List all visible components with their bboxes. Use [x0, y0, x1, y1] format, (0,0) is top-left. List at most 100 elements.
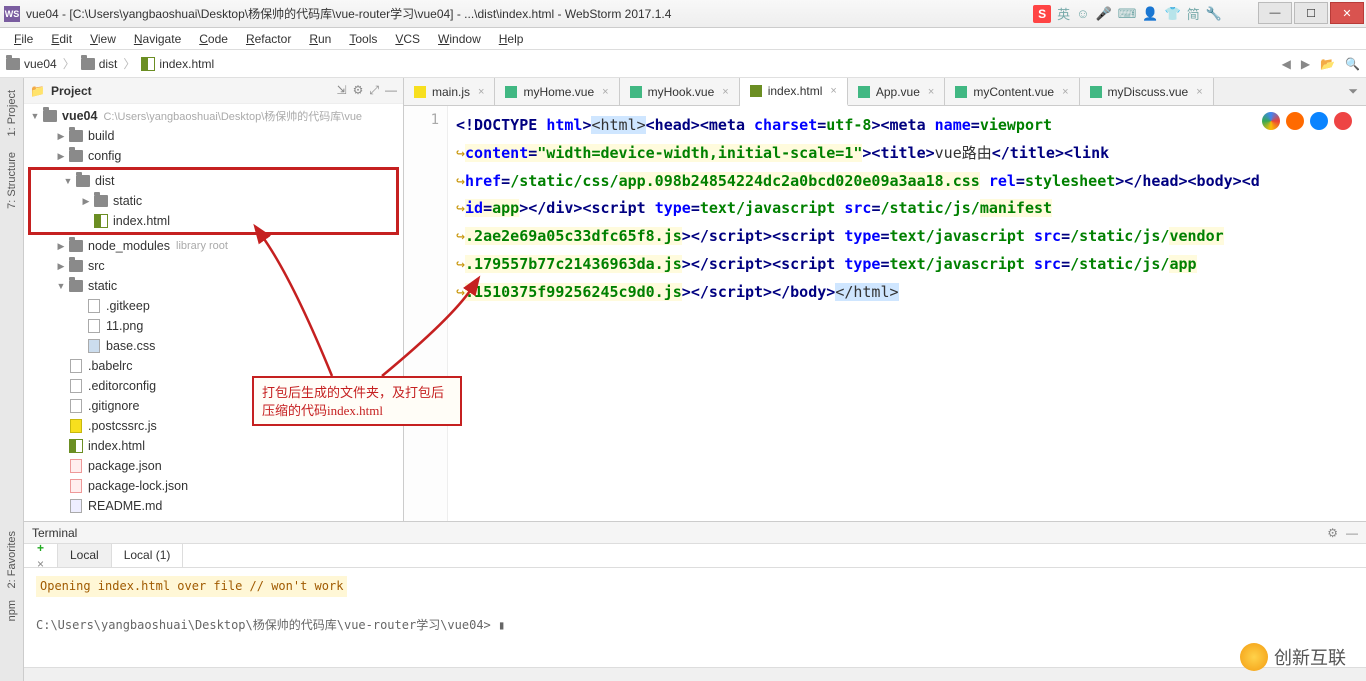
ime-icon[interactable]: 🔧	[1206, 6, 1222, 22]
menu-refactor[interactable]: Refactor	[238, 30, 299, 48]
ime-icon[interactable]: ⌨	[1118, 6, 1137, 22]
bottom-area: 2: Favoritesnpm Terminal ⚙ — + × LocalLo…	[0, 521, 1366, 681]
opera-icon[interactable]	[1334, 112, 1352, 130]
menu-code[interactable]: Code	[191, 30, 236, 48]
menu-view[interactable]: View	[82, 30, 124, 48]
tool-tab[interactable]: 7: Structure	[4, 144, 20, 217]
minimize-button[interactable]: —	[1258, 2, 1292, 24]
left-tool-tabs: 1: Project7: Structure	[0, 78, 24, 521]
window-controls: — ☐ ✕	[1258, 2, 1364, 24]
editor-tab[interactable]: main.js×	[404, 78, 495, 105]
menu-file[interactable]: File	[6, 30, 41, 48]
close-tab-icon[interactable]: ×	[830, 85, 836, 97]
terminal-tabs: + × LocalLocal (1)	[24, 544, 1366, 568]
tool-tab[interactable]: npm	[4, 594, 20, 627]
ime-lang[interactable]: 英	[1057, 4, 1070, 23]
ime-icon[interactable]: 👤	[1142, 6, 1158, 22]
tree-root[interactable]: ▼vue04C:\Users\yangbaoshuai\Desktop\杨保帅的…	[24, 106, 403, 126]
edge-icon[interactable]	[1310, 112, 1328, 130]
editor-tab[interactable]: App.vue×	[848, 78, 945, 105]
nav-next-icon[interactable]: ▶	[1301, 57, 1310, 71]
scroll-icon[interactable]: ⤢	[369, 83, 379, 98]
code-area[interactable]: <!DOCTYPE html><html><head><meta charset…	[448, 106, 1366, 521]
terminal-title: Terminal	[32, 526, 77, 540]
tool-tab[interactable]: 1: Project	[4, 82, 20, 144]
close-tab-icon[interactable]: ×	[602, 86, 608, 98]
firefox-icon[interactable]	[1286, 112, 1304, 130]
breadcrumb-item[interactable]: dist	[81, 57, 118, 71]
tree-node[interactable]: ▶config	[24, 146, 403, 166]
terminal-cursor: ▮	[498, 618, 505, 632]
menu-window[interactable]: Window	[430, 30, 489, 48]
close-button[interactable]: ✕	[1330, 2, 1364, 24]
tree-node[interactable]: base.css	[24, 336, 403, 356]
close-tab-icon[interactable]: ×	[478, 86, 484, 98]
tree-node[interactable]: ▼dist	[31, 171, 396, 191]
hide-icon[interactable]: —	[385, 83, 397, 98]
tree-node[interactable]: index.html	[24, 436, 403, 456]
chrome-icon[interactable]	[1262, 112, 1280, 130]
editor-tab[interactable]: myDiscuss.vue×	[1080, 78, 1214, 105]
maximize-button[interactable]: ☐	[1294, 2, 1328, 24]
settings-icon[interactable]: ⚙	[353, 83, 364, 98]
tree-node[interactable]: ▶static	[31, 191, 396, 211]
collapse-icon[interactable]: ⇲	[337, 83, 347, 98]
tree-node[interactable]: package.json	[24, 456, 403, 476]
ime-icon[interactable]: 👕	[1165, 6, 1181, 22]
tree-node[interactable]: .babelrc	[24, 356, 403, 376]
editor-tab[interactable]: index.html×	[740, 78, 848, 106]
tabs-dropdown-icon[interactable]: ⏷	[1340, 78, 1366, 105]
tree-node[interactable]: ▶node_moduleslibrary root	[24, 236, 403, 256]
nav-prev-icon[interactable]: ◀	[1282, 57, 1291, 71]
annotation-note: 打包后生成的文件夹，及打包后压缩的代码index.html	[252, 376, 462, 426]
watermark: 创新互联	[1240, 643, 1346, 671]
tree-node[interactable]: 11.png	[24, 316, 403, 336]
nav-recent-icon[interactable]: 📂	[1320, 57, 1335, 71]
watermark-text: 创新互联	[1274, 644, 1346, 670]
window-title: vue04 - [C:\Users\yangbaoshuai\Desktop\杨…	[26, 5, 1033, 22]
add-terminal-icon[interactable]: +	[37, 541, 44, 555]
sogou-icon[interactable]: S	[1033, 5, 1051, 23]
menu-help[interactable]: Help	[491, 30, 532, 48]
tree-node[interactable]: ▼static	[24, 276, 403, 296]
ime-icon[interactable]: 🎤	[1095, 6, 1111, 22]
menu-bar: FileEditViewNavigateCodeRefactorRunTools…	[0, 28, 1366, 50]
menu-navigate[interactable]: Navigate	[126, 30, 189, 48]
close-tab-icon[interactable]: ×	[1196, 86, 1202, 98]
project-tree[interactable]: ▼vue04C:\Users\yangbaoshuai\Desktop\杨保帅的…	[24, 104, 403, 521]
tool-tab[interactable]: 2: Favorites	[4, 525, 20, 594]
navigation-row: vue04〉dist〉index.html ◀ ▶ 📂 🔍	[0, 50, 1366, 78]
terminal-hide-icon[interactable]: —	[1346, 526, 1358, 540]
left-tool-tabs-lower: 2: Favoritesnpm	[0, 521, 24, 681]
tree-node[interactable]: ▶src	[24, 256, 403, 276]
nav-tools: ◀ ▶ 📂 🔍	[1282, 57, 1360, 71]
search-icon[interactable]: 🔍	[1345, 57, 1360, 71]
terminal-tab[interactable]: Local	[58, 544, 112, 567]
menu-tools[interactable]: Tools	[341, 30, 385, 48]
tree-node[interactable]: ▶build	[24, 126, 403, 146]
ime-icon[interactable]: ☺	[1076, 6, 1089, 21]
menu-edit[interactable]: Edit	[43, 30, 80, 48]
breadcrumb-item[interactable]: index.html	[141, 57, 214, 71]
close-tab-icon[interactable]: ×	[928, 86, 934, 98]
tree-node[interactable]: package-lock.json	[24, 476, 403, 496]
terminal-header: Terminal ⚙ —	[24, 522, 1366, 544]
editor-tab[interactable]: myContent.vue×	[945, 78, 1079, 105]
editor-tabs: main.js×myHome.vue×myHook.vue×index.html…	[404, 78, 1366, 106]
editor-tab[interactable]: myHook.vue×	[620, 78, 740, 105]
breadcrumb-item[interactable]: vue04	[6, 57, 57, 71]
terminal-body[interactable]: Opening index.html over file // won't wo…	[24, 568, 1366, 667]
terminal-tab[interactable]: Local (1)	[112, 544, 184, 567]
tree-node[interactable]: index.html	[31, 211, 396, 231]
menu-vcs[interactable]: VCS	[387, 30, 428, 48]
terminal-settings-icon[interactable]: ⚙	[1327, 526, 1338, 540]
close-tab-icon[interactable]: ×	[1062, 86, 1068, 98]
ime-icon[interactable]: 简	[1187, 4, 1200, 23]
tree-node[interactable]: README.md	[24, 496, 403, 516]
app-icon: WS	[4, 6, 20, 22]
editor-tab[interactable]: myHome.vue×	[495, 78, 619, 105]
close-tab-icon[interactable]: ×	[722, 86, 728, 98]
menu-run[interactable]: Run	[301, 30, 339, 48]
project-select-icon[interactable]: 📁	[30, 84, 45, 98]
tree-node[interactable]: .gitkeep	[24, 296, 403, 316]
